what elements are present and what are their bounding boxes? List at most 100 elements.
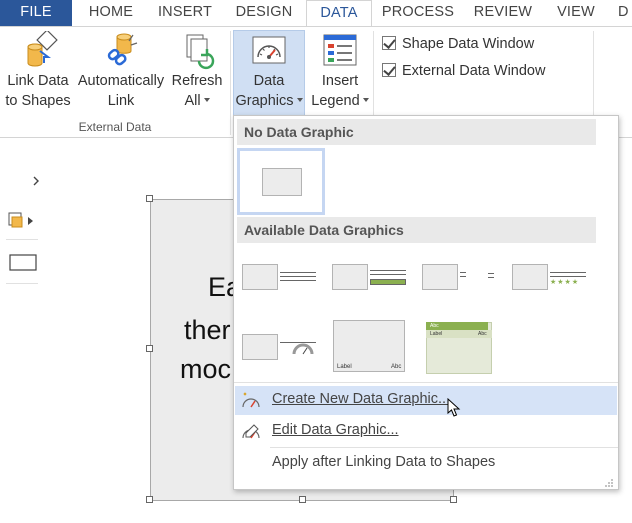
thumb-abc-text: Abc bbox=[478, 331, 487, 337]
selection-handle[interactable] bbox=[146, 496, 153, 503]
gauge-new-icon bbox=[242, 392, 260, 408]
shapes-stencil-icon[interactable] bbox=[8, 211, 36, 231]
thumb-progress-bar bbox=[370, 279, 406, 285]
data-graphic-option-label[interactable]: Label Abc bbox=[333, 320, 407, 374]
external-data-window-checkbox[interactable]: External Data Window bbox=[382, 61, 545, 81]
auto-link-label-1: Automatically bbox=[77, 73, 165, 89]
insert-legend-label-1: Insert bbox=[321, 73, 359, 89]
checkbox-checked-icon bbox=[382, 36, 396, 50]
gauge-icon bbox=[292, 343, 314, 355]
tab-insert[interactable]: INSERT bbox=[150, 0, 220, 26]
chevron-down-icon bbox=[362, 98, 369, 102]
edit-data-graphic-label: Edit Data Graphic... bbox=[272, 422, 399, 438]
thumb-star-rating: ★★★★ bbox=[550, 279, 580, 286]
thumb-abc-text: Abc bbox=[391, 364, 402, 370]
shape-data-window-label: Shape Data Window bbox=[402, 36, 535, 52]
data-graphic-option-bar[interactable] bbox=[332, 264, 412, 294]
thumb-text-line bbox=[280, 272, 316, 273]
refresh-all-button[interactable]: Refresh All bbox=[170, 31, 224, 111]
menu-separator bbox=[270, 447, 618, 448]
selection-handle[interactable] bbox=[146, 195, 153, 202]
auto-link-label-2: Link bbox=[107, 93, 135, 109]
thumb-text-line bbox=[550, 272, 586, 273]
data-graphics-label-1: Data bbox=[253, 73, 285, 89]
thumb-label-text: Label bbox=[337, 364, 352, 370]
resize-grip-icon[interactable] bbox=[604, 478, 614, 488]
thumb-text-line bbox=[370, 274, 406, 275]
insert-legend-label-2: Legend bbox=[311, 93, 360, 109]
pane-divider bbox=[6, 239, 38, 240]
data-graphics-icon bbox=[249, 31, 289, 71]
tab-overflow[interactable]: D bbox=[618, 0, 632, 26]
thumb-text-line bbox=[370, 270, 406, 271]
thumb-shape bbox=[242, 264, 278, 290]
link-data-to-shapes-button[interactable]: Link Data to Shapes bbox=[4, 29, 72, 111]
ribbon-tabs: FILE HOME INSERT DESIGN DATA PROCESS REV… bbox=[0, 0, 632, 27]
rectangle-shape-icon[interactable] bbox=[9, 254, 37, 272]
thumb-text-line bbox=[488, 277, 494, 278]
apply-after-linking-label: Apply after Linking Data to Shapes bbox=[272, 454, 496, 470]
apply-after-linking-menu-item[interactable]: Apply after Linking Data to Shapes bbox=[235, 449, 617, 478]
auto-link-icon bbox=[101, 31, 141, 71]
edit-data-graphic-menu-item[interactable]: Edit Data Graphic... bbox=[235, 417, 617, 446]
thumb-text-line bbox=[488, 273, 494, 274]
selection-handle[interactable] bbox=[299, 496, 306, 503]
refresh-all-label-1: Refresh bbox=[171, 73, 223, 89]
shape-data-window-checkbox[interactable]: Shape Data Window bbox=[382, 34, 534, 54]
thumb-text-line bbox=[550, 276, 586, 277]
thumb-label-text: Label bbox=[430, 331, 443, 337]
tab-home[interactable]: HOME bbox=[80, 0, 142, 26]
shape-text-line: ther bbox=[184, 315, 231, 345]
no-data-graphic-header: No Data Graphic bbox=[237, 119, 596, 145]
tab-file[interactable]: FILE bbox=[0, 0, 72, 26]
data-graphics-button[interactable]: Data Graphics bbox=[233, 30, 305, 116]
refresh-icon bbox=[177, 31, 217, 71]
available-data-graphics-header: Available Data Graphics bbox=[237, 217, 596, 243]
tab-review[interactable]: REVIEW bbox=[466, 0, 540, 26]
no-data-graphic-option[interactable] bbox=[237, 148, 325, 215]
create-new-data-graphic-menu-item[interactable]: Create New Data Graphic... bbox=[235, 386, 617, 417]
pane-divider bbox=[6, 283, 38, 284]
data-graphic-option-stars[interactable]: ★★★★ bbox=[512, 264, 592, 294]
shape-text-line: moc bbox=[180, 354, 232, 384]
thumb-shape bbox=[512, 264, 548, 290]
data-graphics-label-2: Graphics bbox=[235, 93, 294, 109]
data-graphic-option-gauge[interactable] bbox=[242, 332, 322, 366]
group-separator bbox=[230, 31, 231, 135]
checkbox-checked-icon bbox=[382, 63, 396, 77]
gauge-edit-icon bbox=[242, 424, 260, 439]
thumb-shape bbox=[242, 334, 278, 360]
thumb-abc-text: Abc bbox=[430, 323, 439, 329]
data-graphic-option-text[interactable] bbox=[242, 264, 322, 294]
automatically-link-button[interactable]: Automatically Link bbox=[74, 31, 168, 111]
external-data-group-label: External Data bbox=[78, 120, 152, 134]
external-data-window-label: External Data Window bbox=[402, 63, 546, 79]
shapes-pane-collapsed bbox=[0, 139, 40, 523]
refresh-all-label-2: All bbox=[184, 93, 201, 109]
create-new-data-graphic-label: Create New Data Graphic... bbox=[272, 391, 451, 407]
legend-icon bbox=[320, 31, 360, 71]
link-data-label-1: Link Data bbox=[7, 73, 69, 89]
data-graphic-option-header[interactable]: Label Abc Abc bbox=[426, 320, 494, 374]
tab-design[interactable]: DESIGN bbox=[228, 0, 300, 26]
chevron-right-icon[interactable] bbox=[31, 176, 41, 186]
data-graphic-option-callout[interactable] bbox=[422, 264, 502, 294]
thumb-shape bbox=[262, 168, 302, 196]
menu-separator bbox=[234, 382, 618, 383]
insert-legend-button[interactable]: Insert Legend bbox=[308, 31, 372, 111]
tab-view[interactable]: VIEW bbox=[550, 0, 602, 26]
thumb-text-line bbox=[460, 272, 466, 273]
thumb-text-line bbox=[280, 280, 316, 281]
link-data-icon bbox=[18, 29, 58, 71]
data-graphics-dropdown: No Data Graphic Available Data Graphics … bbox=[233, 115, 619, 490]
link-data-label-2: to Shapes bbox=[5, 93, 71, 109]
mouse-cursor-icon bbox=[447, 398, 461, 417]
selection-handle[interactable] bbox=[450, 496, 457, 503]
thumb-text-line bbox=[460, 276, 466, 277]
chevron-down-icon bbox=[296, 98, 303, 102]
selection-handle[interactable] bbox=[146, 345, 153, 352]
tab-data[interactable]: DATA bbox=[306, 0, 372, 27]
thumb-shape bbox=[422, 264, 458, 290]
chevron-down-icon bbox=[203, 98, 210, 102]
tab-process[interactable]: PROCESS bbox=[380, 0, 456, 26]
